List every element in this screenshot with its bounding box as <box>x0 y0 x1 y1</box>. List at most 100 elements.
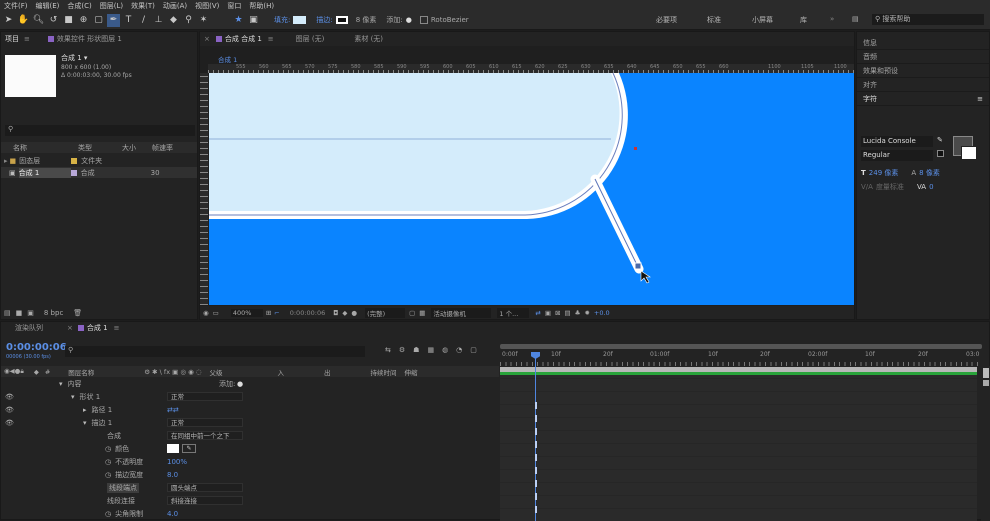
col-layer-name[interactable]: 图层名称 <box>68 367 94 377</box>
menu-composition[interactable]: 合成(C) <box>63 1 95 11</box>
eraser-tool-icon[interactable]: ◆ <box>167 14 180 27</box>
menu-edit[interactable]: 编辑(E) <box>32 1 64 11</box>
property-row[interactable]: 👁︎ ▾ 描边 1 正常 <box>1 416 499 429</box>
visibility-eye-icon[interactable]: 👁︎ <box>5 406 14 414</box>
timeline-scrollbar[interactable] <box>981 366 990 521</box>
font-style-select[interactable]: Regular <box>861 150 933 161</box>
workspace-more-icon[interactable]: » <box>830 15 834 23</box>
fill-swatch[interactable] <box>293 16 307 24</box>
selection-tool-icon[interactable]: ➤ <box>2 14 15 27</box>
timeline-icon[interactable]: ▣ <box>545 309 551 317</box>
trash-icon[interactable]: 🗑︎ <box>73 309 82 317</box>
keyframe-marker[interactable] <box>535 428 537 435</box>
new-folder-icon[interactable]: ■ <box>16 309 23 317</box>
line-cap-select[interactable]: 圆头端点 <box>167 483 243 492</box>
property-row[interactable]: 线段连接 斜接连接 <box>1 494 499 507</box>
expand-arrow-icon[interactable]: ▸ <box>83 406 87 414</box>
keyframe-marker[interactable] <box>535 480 537 487</box>
workspace-standard[interactable]: 标准 <box>707 15 721 25</box>
camera-select[interactable]: 活动摄像机 <box>431 307 492 318</box>
line-join-select[interactable]: 斜接连接 <box>167 496 243 505</box>
stopwatch-icon[interactable]: ◷ <box>105 471 111 479</box>
expand-arrow-icon[interactable]: ▾ <box>59 380 63 388</box>
panel-menu-icon[interactable]: ≡ <box>977 92 983 106</box>
time-ruler[interactable]: 0:00f 10f 20f 01:00f 10f 20f 02:00f 10f … <box>500 351 982 366</box>
new-comp-icon[interactable]: ▣ <box>27 309 34 317</box>
composite-select[interactable]: 在同组中前一个之下 <box>167 431 243 440</box>
workspace-menu-icon[interactable]: ▤ <box>852 15 859 23</box>
property-row[interactable]: 合成 在同组中前一个之下 <box>1 429 499 442</box>
font-family-select[interactable]: Lucida Console <box>861 136 933 147</box>
fast-preview-icon[interactable]: ⇄ <box>535 309 540 317</box>
stopwatch-icon[interactable]: ◷ <box>105 510 111 518</box>
stroke-width-value[interactable]: 8.0 <box>167 471 178 479</box>
col-parent[interactable]: 父级 <box>209 367 222 377</box>
canvas[interactable] <box>209 73 854 305</box>
text-tool-icon[interactable]: T <box>122 14 135 27</box>
comp-breadcrumb[interactable]: 合成 1 <box>218 54 237 64</box>
interpret-footage-icon[interactable]: ▤ <box>4 309 11 317</box>
property-row[interactable]: ◷ 描边宽度 8.0 <box>1 468 499 481</box>
mask-visibility-icon[interactable]: ⌐ <box>274 309 279 317</box>
opacity-value[interactable]: 100% <box>167 458 187 466</box>
show-snapshot-icon[interactable]: ◆ <box>342 309 347 317</box>
color-icon[interactable]: ● <box>351 309 357 317</box>
region-icon[interactable]: ▢ <box>409 309 415 317</box>
rotate-tool-icon[interactable]: ↺ <box>47 14 60 27</box>
grid-icon[interactable]: ⊞ <box>266 309 271 317</box>
help-search[interactable]: ⚲ 搜索帮助 <box>872 14 984 25</box>
eyedropper-icon[interactable]: ✎ <box>937 136 943 144</box>
keyframe-marker[interactable] <box>535 454 537 461</box>
project-search-input[interactable]: ⚲ <box>5 125 195 136</box>
clone-stamp-tool-icon[interactable]: ⊥ <box>152 14 165 27</box>
path-operation-icon[interactable]: ⇄⇄ <box>167 406 179 414</box>
close-icon[interactable]: × <box>204 35 210 43</box>
keyframe-marker[interactable] <box>535 493 537 500</box>
col-type[interactable]: 类型 <box>78 143 122 153</box>
menu-window[interactable]: 窗口 <box>223 1 245 11</box>
rectangle-tool-icon[interactable]: ▢ <box>92 14 105 27</box>
tab-menu-icon[interactable]: ≡ <box>24 35 30 43</box>
timeline-toggle-icon[interactable]: ▢ <box>470 346 477 354</box>
leading-value[interactable]: 8 像素 <box>919 168 940 178</box>
close-icon[interactable]: × <box>67 324 73 332</box>
scroll-zoom[interactable] <box>983 380 989 386</box>
monitor-icon[interactable]: ▭ <box>213 309 219 317</box>
keyframe-marker[interactable] <box>535 467 537 474</box>
expand-arrow-icon[interactable]: ▸ <box>4 157 8 165</box>
resolution-select[interactable]: (完整) <box>365 307 406 318</box>
menu-animation[interactable]: 动画(A) <box>159 1 191 11</box>
frame-blend-icon[interactable]: ▦ <box>427 346 434 354</box>
align-icon[interactable]: ▣ <box>247 14 260 27</box>
tab-layer[interactable]: 图层 (无) <box>296 34 325 44</box>
tab-composition[interactable]: 合成 合成 1 <box>225 34 262 44</box>
stroke-color-swatch[interactable] <box>961 146 977 160</box>
views-select[interactable]: 1 个... <box>497 307 530 318</box>
scroll-thumb[interactable] <box>983 368 989 378</box>
add-icon[interactable]: ● <box>406 16 412 24</box>
graph-editor-icon[interactable]: ◔ <box>456 346 462 354</box>
menu-layer[interactable]: 图层(L) <box>96 1 127 11</box>
exposure-icon[interactable]: ✹ <box>584 309 589 317</box>
menu-view[interactable]: 视图(V) <box>191 1 223 11</box>
timeline-search-input[interactable]: ⚲ <box>65 346 365 357</box>
list-item[interactable]: ▣ 合成 1 合成 30 <box>1 167 197 178</box>
tracking-value[interactable]: 0 <box>929 183 933 191</box>
panel-audio[interactable]: 音频 <box>857 50 989 64</box>
list-item[interactable]: ▸ ■ 固态层 文件夹 <box>1 155 197 166</box>
col-name[interactable]: 名称 <box>13 143 78 153</box>
menu-help[interactable]: 帮助(H) <box>245 1 278 11</box>
panel-info[interactable]: 信息 <box>857 36 989 50</box>
shy-icon[interactable]: ☗ <box>413 346 419 354</box>
motion-blur-icon[interactable]: ◍ <box>442 346 448 354</box>
col-out[interactable]: 出 <box>324 367 331 377</box>
add-icon[interactable]: ● <box>237 380 243 388</box>
bit-depth[interactable]: 8 bpc <box>44 309 63 317</box>
col-in[interactable]: 入 <box>277 367 284 377</box>
draft-3d-icon[interactable]: ⚙ <box>399 346 405 354</box>
viewer-timecode[interactable]: 0:00:00:06 <box>290 309 326 317</box>
panel-align[interactable]: 对齐 <box>857 78 989 92</box>
tab-menu-icon[interactable]: ≡ <box>268 35 274 43</box>
tab-render-queue[interactable]: 渲染队列 <box>15 323 43 333</box>
col-fps[interactable]: 帧速率 <box>152 143 173 153</box>
